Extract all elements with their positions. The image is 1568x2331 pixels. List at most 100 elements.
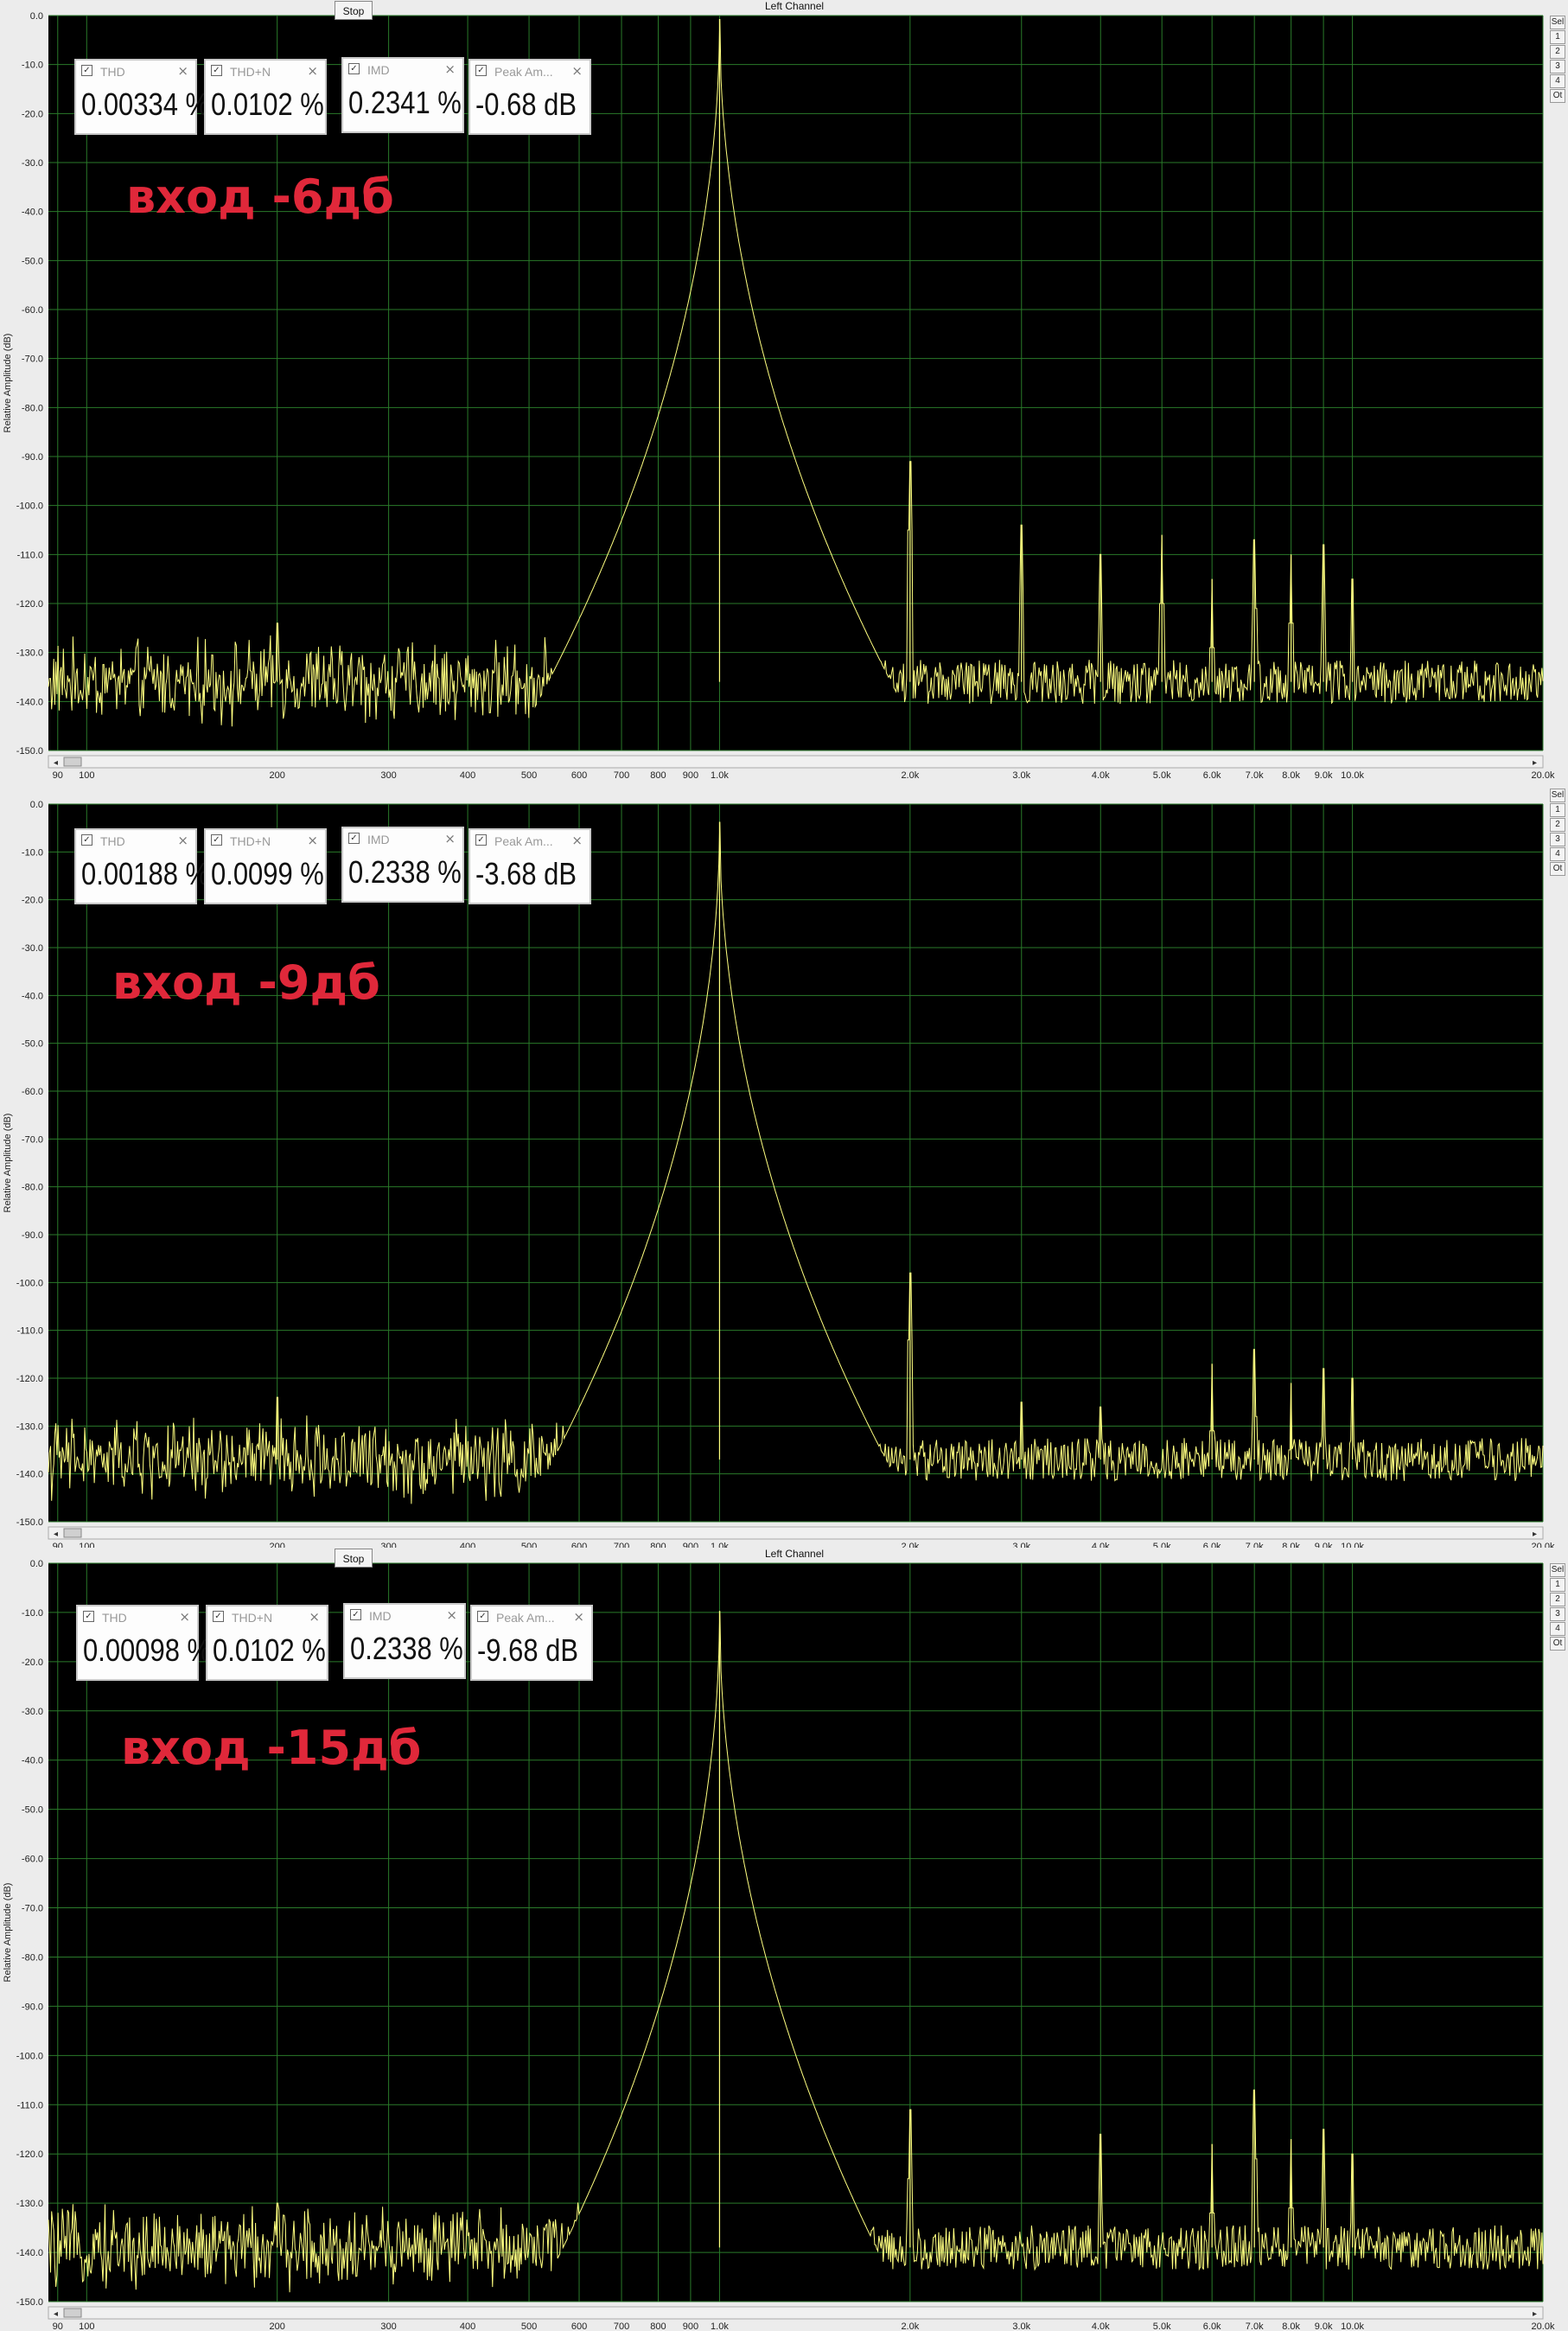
meter-check-icon[interactable]: ✓ (350, 1609, 361, 1620)
side-tab-2[interactable]: 2 (1550, 1593, 1565, 1606)
y-tick-label: -140.0 (16, 1470, 43, 1480)
stop-button[interactable]: Stop (335, 1549, 373, 1568)
x-tick-label: 100 (79, 2321, 94, 2331)
side-tab-1[interactable]: 1 (1550, 803, 1565, 817)
close-icon[interactable]: × (307, 63, 318, 79)
y-tick-label: -140.0 (16, 697, 43, 707)
side-tab-3[interactable]: 3 (1550, 60, 1565, 73)
side-tab-ot[interactable]: Ot (1550, 1637, 1565, 1651)
x-tick-label: 1.0k (711, 770, 729, 778)
x-tick-label: 4.0k (1092, 1542, 1110, 1548)
overlay-label: вход -15дб (121, 1721, 422, 1775)
meter-check-icon[interactable]: ✓ (81, 65, 92, 76)
meter-imd[interactable]: ✓ IMD × 0.2338 % (341, 827, 464, 903)
meter-check-icon[interactable]: ✓ (348, 833, 360, 844)
meter-name: IMD (369, 1609, 392, 1623)
close-icon[interactable]: × (571, 833, 583, 848)
x-tick-label: 700 (614, 2321, 629, 2331)
y-tick-label: -110.0 (17, 1326, 43, 1337)
x-tick-label: 400 (460, 1542, 475, 1548)
meter-check-icon[interactable]: ✓ (477, 1611, 488, 1622)
side-tab-1[interactable]: 1 (1550, 1578, 1565, 1592)
meter-thdn[interactable]: ✓ THD+N × 0.0102 % (204, 59, 327, 135)
side-tab-3[interactable]: 3 (1550, 1607, 1565, 1621)
close-icon[interactable]: × (177, 833, 188, 848)
meter-peak[interactable]: ✓ Peak Am... × -3.68 dB (468, 828, 591, 904)
y-tick-label: -40.0 (22, 1756, 43, 1766)
y-tick-label: -70.0 (22, 1134, 43, 1145)
meter-peak[interactable]: ✓ Peak Am... × -9.68 dB (470, 1605, 593, 1681)
x-tick-label: 900 (683, 770, 698, 778)
close-icon[interactable]: × (573, 1609, 584, 1625)
meter-thd[interactable]: ✓ THD × 0.00188 % (74, 828, 209, 904)
meter-imd[interactable]: ✓ IMD × 0.2338 % (343, 1603, 466, 1679)
side-tab-ot[interactable]: Ot (1550, 862, 1565, 876)
side-tab-sel[interactable]: Sel (1550, 1563, 1565, 1577)
meter-thdn[interactable]: ✓ THD+N × 0.0102 % (206, 1605, 328, 1681)
meter-check-icon[interactable]: ✓ (211, 65, 222, 76)
meter-imd[interactable]: ✓ IMD × 0.2341 % (341, 57, 464, 133)
meter-value: 0.2338 % (350, 1631, 463, 1666)
overlay-label: вход -6дб (126, 169, 394, 224)
side-tab-4[interactable]: 4 (1550, 1622, 1565, 1636)
meter-check-icon[interactable]: ✓ (81, 834, 92, 846)
meter-check-icon[interactable]: ✓ (83, 1611, 94, 1622)
close-icon[interactable]: × (444, 831, 456, 846)
x-tick-label: 3.0k (1012, 1542, 1030, 1548)
stop-button[interactable]: Stop (335, 1, 373, 20)
close-icon[interactable]: × (571, 63, 583, 79)
meter-thdn[interactable]: ✓ THD+N × 0.0099 % (204, 828, 327, 904)
meter-check-icon[interactable]: ✓ (213, 1611, 224, 1622)
meter-name: THD+N (230, 834, 271, 848)
y-tick-label: -60.0 (22, 1087, 43, 1097)
side-tab-2[interactable]: 2 (1550, 45, 1565, 59)
x-tick-label: 200 (270, 770, 285, 778)
x-tick-label: 5.0k (1153, 1542, 1171, 1548)
meter-check-icon[interactable]: ✓ (211, 834, 222, 846)
meter-name: THD+N (230, 65, 271, 79)
x-tick-label: 7.0k (1246, 770, 1264, 778)
side-tab-3[interactable]: 3 (1550, 833, 1565, 846)
analyzer-panel-3: 0.0 -10.0 -20.0 -30.0 -40.0 -50.0 -60.0 -70.0 -8… (0, 1548, 1568, 2331)
close-icon[interactable]: × (309, 1609, 320, 1625)
x-tick-label: 600 (571, 1542, 587, 1548)
meter-peak[interactable]: ✓ Peak Am... × -0.68 dB (468, 59, 591, 135)
meter-check-icon[interactable]: ✓ (475, 65, 487, 76)
meter-check-icon[interactable]: ✓ (348, 63, 360, 74)
x-tick-label: 500 (521, 2321, 537, 2331)
y-tick-label: -60.0 (22, 1855, 43, 1865)
y-tick-label: -30.0 (22, 158, 43, 169)
close-icon[interactable]: × (177, 63, 188, 79)
meter-value: -3.68 dB (475, 856, 577, 891)
channel-title: Left Channel (765, 0, 825, 12)
close-icon[interactable]: × (446, 1607, 457, 1623)
side-tab-1[interactable]: 1 (1550, 30, 1565, 44)
side-tab-sel[interactable]: Sel (1550, 789, 1565, 802)
meter-value: -0.68 dB (475, 86, 577, 122)
y-tick-label: -120.0 (16, 599, 43, 610)
analyzer-panel-1: 0.0 -10.0 -20.0 -30.0 -40.0 -50.0 -60.0 -70.0 -8… (0, 0, 1568, 778)
close-icon[interactable]: × (307, 833, 318, 848)
side-tab-4[interactable]: 4 (1550, 847, 1565, 861)
close-icon[interactable]: × (444, 61, 456, 77)
y-tick-label: -100.0 (16, 501, 43, 512)
side-tab-2[interactable]: 2 (1550, 818, 1565, 832)
x-tick-label: 4.0k (1092, 2321, 1110, 2331)
y-tick-label: -60.0 (22, 305, 43, 316)
x-tick-label: 8.0k (1282, 1542, 1300, 1548)
meter-thd[interactable]: ✓ THD × 0.00334 % (74, 59, 209, 135)
y-tick-label: -40.0 (22, 208, 43, 218)
meter-check-icon[interactable]: ✓ (475, 834, 487, 846)
side-tab-sel[interactable]: Sel (1550, 16, 1565, 29)
y-tick-label: -70.0 (22, 354, 43, 365)
meter-thd[interactable]: ✓ THD × 0.00098 % (76, 1605, 211, 1681)
x-tick-label: 100 (79, 1542, 94, 1548)
side-tab-ot[interactable]: Ot (1550, 89, 1565, 103)
y-axis-label: Relative Amplitude (dB) (3, 1883, 13, 1983)
side-tab-4[interactable]: 4 (1550, 74, 1565, 88)
meter-value: 0.00098 % (83, 1632, 212, 1668)
y-tick-label: -20.0 (22, 896, 43, 906)
x-tick-label: 8.0k (1282, 2321, 1300, 2331)
close-icon[interactable]: × (179, 1609, 190, 1625)
x-tick-label: 8.0k (1282, 770, 1300, 778)
